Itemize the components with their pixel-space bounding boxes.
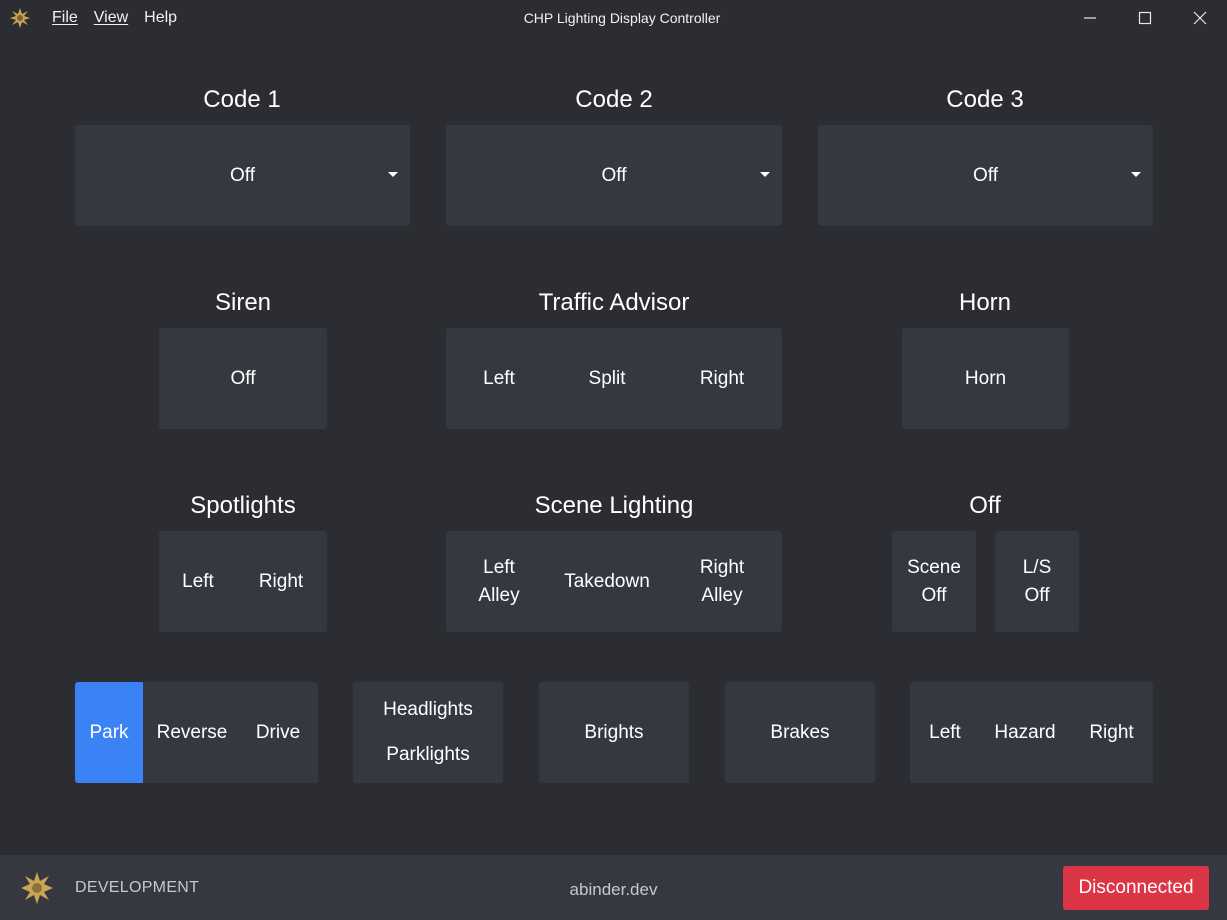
brights-button[interactable]: Brights bbox=[539, 682, 689, 783]
code-3-value: Off bbox=[973, 164, 998, 186]
horn-button[interactable]: Horn bbox=[902, 328, 1069, 429]
traffic-advisor-group: Left Split Right bbox=[446, 328, 782, 429]
horn-group: Horn bbox=[902, 328, 1069, 429]
title-bar: File View Help CHP Lighting Display Cont… bbox=[0, 0, 1227, 36]
spotlights-title: Spotlights bbox=[190, 492, 296, 519]
takedown-button[interactable]: Takedown bbox=[552, 531, 662, 632]
traffic-advisor-split-button[interactable]: Split bbox=[552, 328, 662, 429]
brights-group: Brights bbox=[539, 682, 689, 783]
signal-hazard-button[interactable]: Hazard bbox=[980, 682, 1070, 783]
caret-down-icon bbox=[760, 172, 770, 177]
minimize-icon bbox=[1084, 17, 1096, 19]
gear-reverse-button[interactable]: Reverse bbox=[143, 682, 241, 783]
window-title: CHP Lighting Display Controller bbox=[523, 10, 721, 26]
maximize-button[interactable] bbox=[1118, 0, 1172, 36]
left-alley-button[interactable]: Left Alley bbox=[446, 531, 552, 632]
spotlights-group: Left Right bbox=[159, 531, 327, 632]
spotlight-left-button[interactable]: Left bbox=[159, 531, 237, 632]
code-2-value: Off bbox=[601, 164, 627, 186]
scene-off-line-2: Off bbox=[921, 584, 947, 606]
signal-right-button[interactable]: Right bbox=[1070, 682, 1153, 783]
parklights-button[interactable]: Parklights bbox=[386, 741, 469, 769]
close-button[interactable] bbox=[1173, 0, 1227, 36]
scene-lighting-title: Scene Lighting bbox=[534, 492, 694, 519]
left-alley-line-2: Alley bbox=[478, 584, 520, 606]
close-icon bbox=[1193, 11, 1207, 25]
ls-off-label: L/S Off bbox=[995, 531, 1079, 632]
host-label: abinder.dev bbox=[569, 880, 658, 899]
ls-off-line-2: Off bbox=[1024, 584, 1050, 606]
scene-off-label: Scene Off bbox=[892, 531, 976, 632]
code-3-title: Code 3 bbox=[946, 86, 1024, 113]
code-2-title: Code 2 bbox=[575, 86, 653, 113]
traffic-advisor-right-button[interactable]: Right bbox=[662, 328, 782, 429]
code-1-title: Code 1 bbox=[203, 86, 281, 113]
siren-off-button[interactable]: Off bbox=[159, 328, 327, 429]
scene-lighting-group: Left Alley Takedown Right Alley bbox=[446, 531, 782, 632]
footer: DEVELOPMENT abinder.dev Disconnected bbox=[0, 855, 1227, 920]
right-alley-line-1: Right bbox=[699, 556, 745, 578]
right-alley-button[interactable]: Right Alley bbox=[662, 531, 782, 632]
headlights-group: Headlights Parklights bbox=[353, 682, 503, 783]
ls-off-line-1: L/S bbox=[1022, 556, 1052, 578]
scene-off-line-1: Scene bbox=[907, 556, 961, 578]
code-3-select[interactable]: Off bbox=[818, 125, 1153, 226]
gear-drive-button[interactable]: Drive bbox=[241, 682, 315, 783]
code-1-select[interactable]: Off bbox=[75, 125, 410, 226]
minimize-button[interactable] bbox=[1063, 0, 1117, 36]
code-2-select[interactable]: Off bbox=[446, 125, 782, 226]
siren-group: Off bbox=[159, 328, 327, 429]
spotlight-right-button[interactable]: Right bbox=[237, 531, 325, 632]
connection-status-button[interactable]: Disconnected bbox=[1063, 866, 1209, 910]
gear-park-button[interactable]: Park bbox=[75, 682, 143, 783]
siren-title: Siren bbox=[214, 289, 272, 316]
gear-selector: Park Reverse Drive bbox=[75, 682, 318, 783]
scene-off-button[interactable]: Scene Off bbox=[892, 531, 976, 632]
maximize-icon bbox=[1138, 11, 1152, 25]
caret-down-icon bbox=[1131, 172, 1141, 177]
caret-down-icon bbox=[388, 172, 398, 177]
code-1-value: Off bbox=[230, 164, 255, 186]
left-alley-line-1: Left bbox=[483, 556, 515, 578]
traffic-advisor-title: Traffic Advisor bbox=[538, 289, 690, 316]
horn-title: Horn bbox=[958, 289, 1012, 316]
signal-left-button[interactable]: Left bbox=[910, 682, 980, 783]
traffic-advisor-left-button[interactable]: Left bbox=[446, 328, 552, 429]
off-group-title: Off bbox=[969, 492, 1001, 519]
brakes-button[interactable]: Brakes bbox=[725, 682, 875, 783]
headlights-button[interactable]: Headlights bbox=[383, 696, 473, 724]
brakes-group: Brakes bbox=[725, 682, 875, 783]
right-alley-line-2: Alley bbox=[701, 584, 743, 606]
ls-off-button[interactable]: L/S Off bbox=[995, 531, 1079, 632]
signals-group: Left Hazard Right bbox=[910, 682, 1153, 783]
